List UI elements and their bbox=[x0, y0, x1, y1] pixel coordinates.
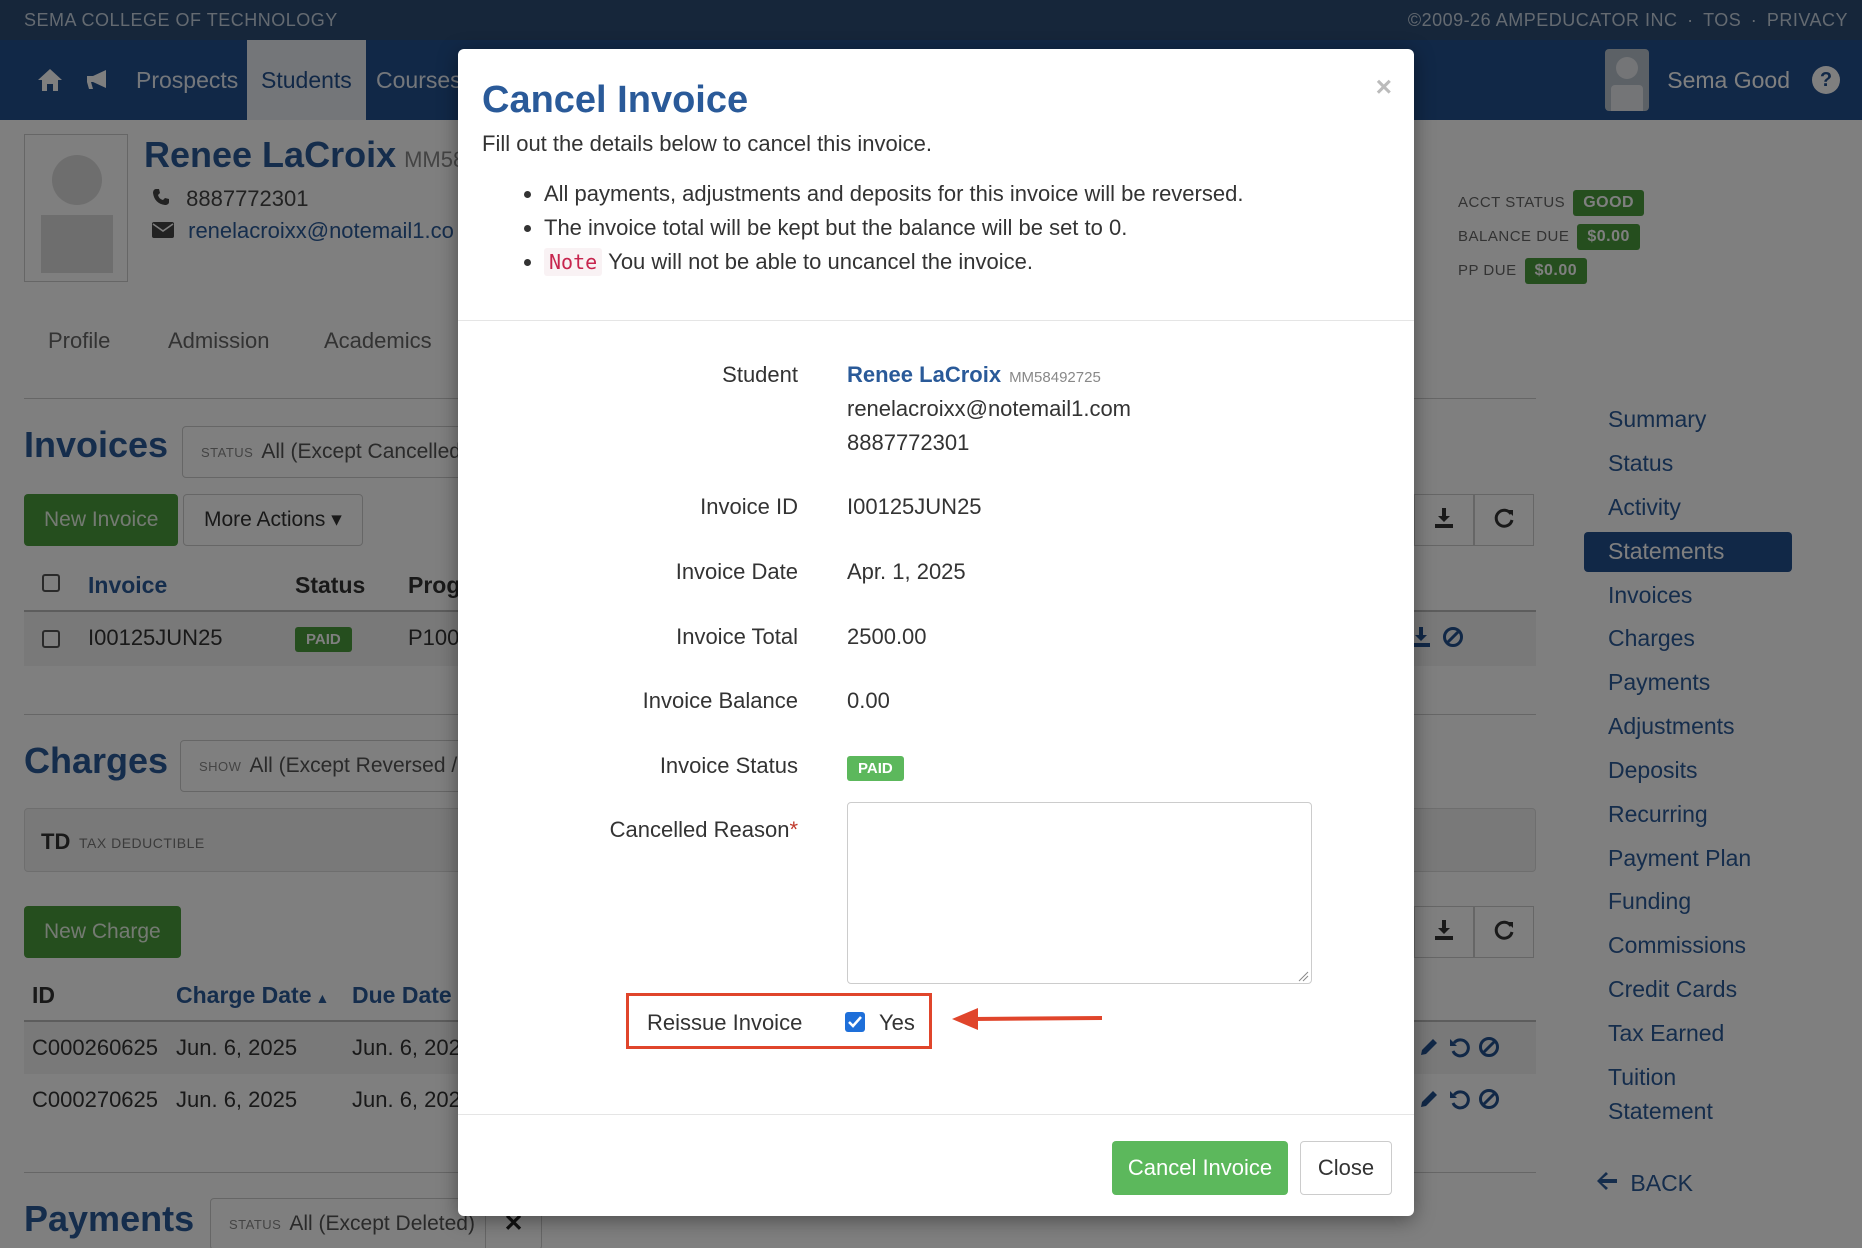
close-icon[interactable]: × bbox=[1376, 71, 1392, 103]
invoice-date-label: Invoice Date bbox=[675, 559, 798, 584]
student-label: Student bbox=[722, 362, 798, 387]
resize-handle-icon[interactable] bbox=[1297, 969, 1309, 982]
invoice-id-label: Invoice ID bbox=[700, 494, 798, 519]
reissue-invoice-highlight: Reissue Invoice Yes bbox=[626, 993, 932, 1049]
list-item: The invoice total will be kept but the b… bbox=[544, 211, 1243, 245]
invoice-total-value: 2500.00 bbox=[847, 624, 927, 649]
reissue-checkbox[interactable] bbox=[845, 1012, 865, 1032]
pointer-arrow-icon bbox=[952, 1008, 1102, 1030]
warning-list: All payments, adjustments and deposits f… bbox=[544, 177, 1243, 279]
close-button[interactable]: Close bbox=[1300, 1141, 1392, 1195]
divider bbox=[458, 1114, 1414, 1115]
invoice-status-label: Invoice Status bbox=[659, 753, 798, 778]
cancelled-reason-label: Cancelled Reason* bbox=[458, 817, 798, 843]
invoice-date-value: Apr. 1, 2025 bbox=[847, 559, 966, 584]
modal-description: Fill out the details below to cancel thi… bbox=[482, 131, 933, 156]
cancel-invoice-modal: × Cancel Invoice Fill out the details be… bbox=[458, 49, 1414, 1216]
invoice-status-value: PAID bbox=[847, 753, 904, 781]
note-text: You will not be able to uncancel the inv… bbox=[608, 249, 1033, 274]
reissue-yes-label[interactable]: Yes bbox=[879, 1010, 915, 1036]
student-email: renelacroixx@notemail1.com bbox=[847, 396, 1132, 421]
student-value: Renee LaCroix MM58492725 bbox=[847, 362, 1101, 388]
invoice-balance-value: 0.00 bbox=[847, 688, 890, 713]
student-phone: 8887772301 bbox=[847, 430, 970, 455]
reissue-label: Reissue Invoice bbox=[647, 1010, 803, 1035]
list-item: NoteYou will not be able to uncancel the… bbox=[544, 245, 1243, 279]
divider bbox=[458, 320, 1414, 321]
required-asterisk: * bbox=[789, 817, 798, 842]
note-tag: Note bbox=[544, 248, 603, 276]
student-link[interactable]: Renee LaCroix bbox=[847, 362, 1001, 387]
cancel-invoice-button[interactable]: Cancel Invoice bbox=[1112, 1141, 1288, 1195]
modal-title: Cancel Invoice bbox=[482, 79, 749, 121]
invoice-total-label: Invoice Total bbox=[676, 624, 798, 649]
cancelled-reason-textarea[interactable] bbox=[847, 802, 1312, 984]
status-badge: PAID bbox=[847, 756, 904, 781]
invoice-id-value: I00125JUN25 bbox=[847, 494, 982, 519]
invoice-balance-label: Invoice Balance bbox=[642, 688, 798, 713]
label-text: Cancelled Reason bbox=[609, 817, 790, 842]
list-item: All payments, adjustments and deposits f… bbox=[544, 177, 1243, 211]
student-id: MM58492725 bbox=[1009, 369, 1101, 386]
